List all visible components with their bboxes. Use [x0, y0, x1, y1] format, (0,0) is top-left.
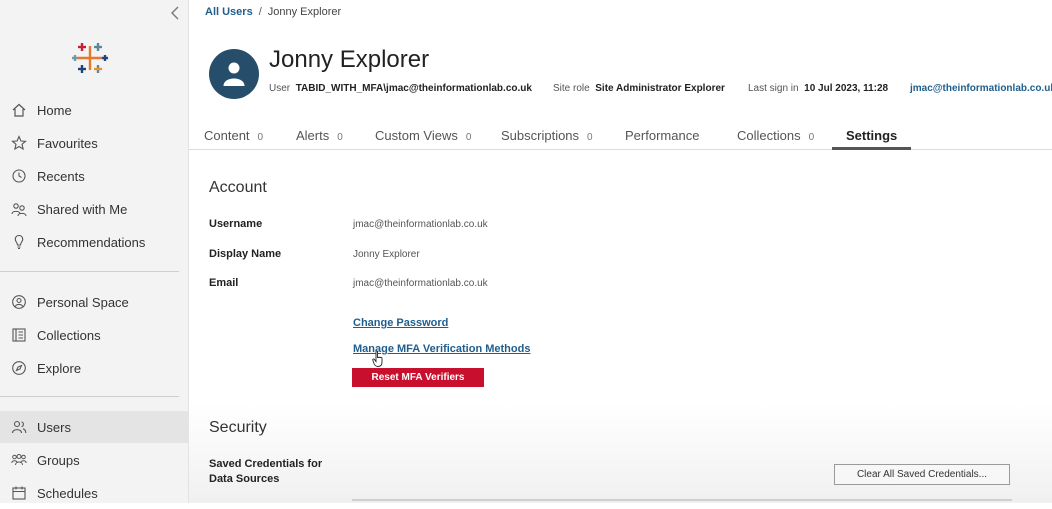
- security-section: [189, 404, 1052, 503]
- last-sign-in-meta: Last sign in 10 Jul 2023, 11:28: [748, 83, 888, 94]
- nav-item-favourites[interactable]: Favourites: [0, 127, 189, 159]
- last-sign-in-value: 10 Jul 2023, 11:28: [804, 83, 889, 94]
- main-content: All Users / Jonny Explorer Jonny Explorer …: [189, 0, 1052, 503]
- nav-label: Shared with Me: [37, 201, 128, 217]
- email-value: jmac@theinformationlab.co.uk: [353, 278, 488, 289]
- tab-label: Alerts: [296, 128, 330, 143]
- tab-custom-views[interactable]: Custom Views 0: [375, 128, 471, 143]
- breadcrumb-all-users-link[interactable]: All Users: [205, 6, 253, 18]
- sidebar-divider: [0, 396, 179, 397]
- nav-item-collections[interactable]: Collections: [0, 319, 189, 351]
- change-password-link[interactable]: Change Password: [353, 317, 448, 329]
- tab-subscriptions[interactable]: Subscriptions 0: [501, 128, 593, 143]
- sidebar: Home Favourites Recents Shared with Me R…: [0, 0, 189, 503]
- active-tab-indicator: [832, 147, 911, 150]
- collapse-sidebar-icon[interactable]: [168, 4, 184, 22]
- tab-count: 0: [337, 132, 343, 143]
- nav-label: Home: [37, 102, 72, 118]
- breadcrumb: All Users / Jonny Explorer: [205, 6, 341, 18]
- nav-item-recents[interactable]: Recents: [0, 160, 189, 192]
- nav-item-recommendations[interactable]: Recommendations: [0, 226, 189, 258]
- nav-item-schedules[interactable]: Schedules: [0, 477, 189, 509]
- users-icon: [10, 418, 28, 436]
- saved-credentials-label: Saved Credentials for: [209, 458, 323, 470]
- user-silhouette-icon: [223, 62, 245, 86]
- clear-saved-credentials-button[interactable]: Clear All Saved Credentials...: [834, 464, 1010, 485]
- tab-count: 0: [587, 132, 593, 143]
- security-section-title: Security: [209, 419, 267, 436]
- nav-item-home[interactable]: Home: [0, 94, 189, 126]
- nav-label: Explore: [37, 360, 82, 376]
- nav-label: Schedules: [37, 485, 98, 501]
- calendar-icon: [10, 484, 28, 502]
- nav-label: Favourites: [37, 135, 98, 151]
- tab-count: 0: [465, 132, 472, 143]
- credentials-list-divider: [352, 499, 1012, 501]
- nav-item-users[interactable]: Users: [0, 411, 189, 443]
- tableau-logo-icon[interactable]: [72, 40, 108, 76]
- tab-label: Subscriptions: [501, 128, 580, 143]
- site-role-meta: Site role Site Administrator Explorer: [553, 83, 725, 94]
- email-label: Email: [209, 277, 239, 289]
- lightbulb-icon: [10, 233, 28, 251]
- nav-item-personal-space[interactable]: Personal Space: [0, 286, 189, 318]
- last-sign-in-label: Last sign in: [748, 83, 799, 94]
- tab-label: Collections: [737, 128, 801, 143]
- star-icon: [10, 134, 28, 152]
- nav-label: Collections: [37, 327, 101, 343]
- tab-settings[interactable]: Settings: [846, 128, 897, 143]
- tab-count: 0: [257, 132, 264, 143]
- clock-icon: [10, 167, 28, 185]
- person-circle-icon: [10, 293, 28, 311]
- hand-cursor-icon: [372, 350, 386, 368]
- user-meta: User TABID_WITH_MFA\jmac@theinformationl…: [269, 83, 532, 94]
- reset-mfa-verifiers-button[interactable]: Reset MFA Verifiers: [352, 368, 484, 387]
- nav-label: Personal Space: [37, 294, 129, 310]
- site-role-label: Site role: [553, 83, 590, 94]
- tab-count: 0: [808, 132, 815, 143]
- user-meta-label: User: [269, 83, 291, 94]
- compass-icon: [10, 359, 28, 377]
- nav-item-groups[interactable]: Groups: [0, 444, 189, 476]
- nav-item-shared-with-me[interactable]: Shared with Me: [0, 193, 189, 225]
- nav-item-explore[interactable]: Explore: [0, 352, 189, 384]
- display-name-value: Jonny Explorer: [353, 249, 420, 260]
- account-section-title: Account: [209, 179, 267, 196]
- nav-label: Recents: [37, 168, 85, 184]
- user-meta-value: TABID_WITH_MFA\jmac@theinformationlab.co…: [295, 83, 532, 94]
- tab-bar: Content 0 Alerts 0 Custom Views 0 Subscript…: [189, 124, 1052, 150]
- sidebar-divider: [0, 271, 179, 272]
- home-icon: [10, 101, 28, 119]
- tab-label: Custom Views: [375, 128, 458, 143]
- shared-users-icon: [10, 200, 28, 218]
- nav-label: Users: [37, 419, 71, 435]
- groups-icon: [10, 451, 28, 469]
- saved-credentials-label-2: Data Sources: [209, 473, 280, 485]
- breadcrumb-separator: /: [258, 6, 262, 18]
- tab-label: Settings: [846, 128, 898, 143]
- avatar: [209, 49, 259, 99]
- username-value: jmac@theinformationlab.co.uk: [353, 219, 488, 230]
- nav-label: Recommendations: [37, 234, 146, 250]
- tab-alerts[interactable]: Alerts 0: [296, 128, 343, 143]
- tab-performance[interactable]: Performance: [625, 128, 699, 143]
- nav-label: Groups: [37, 452, 80, 468]
- display-name-label: Display Name: [209, 248, 282, 260]
- collections-icon: [10, 326, 28, 344]
- tab-content[interactable]: Content 0: [204, 128, 263, 143]
- username-label: Username: [209, 218, 263, 230]
- breadcrumb-current: Jonny Explorer: [267, 6, 342, 18]
- tab-collections[interactable]: Collections 0: [737, 128, 814, 143]
- tab-label: Performance: [625, 128, 700, 143]
- tab-label: Content: [204, 128, 250, 143]
- email-link[interactable]: jmac@theinformationlab.co.uk: [910, 83, 1052, 94]
- page-title: Jonny Explorer: [269, 46, 430, 73]
- site-role-value: Site Administrator Explorer: [595, 83, 725, 94]
